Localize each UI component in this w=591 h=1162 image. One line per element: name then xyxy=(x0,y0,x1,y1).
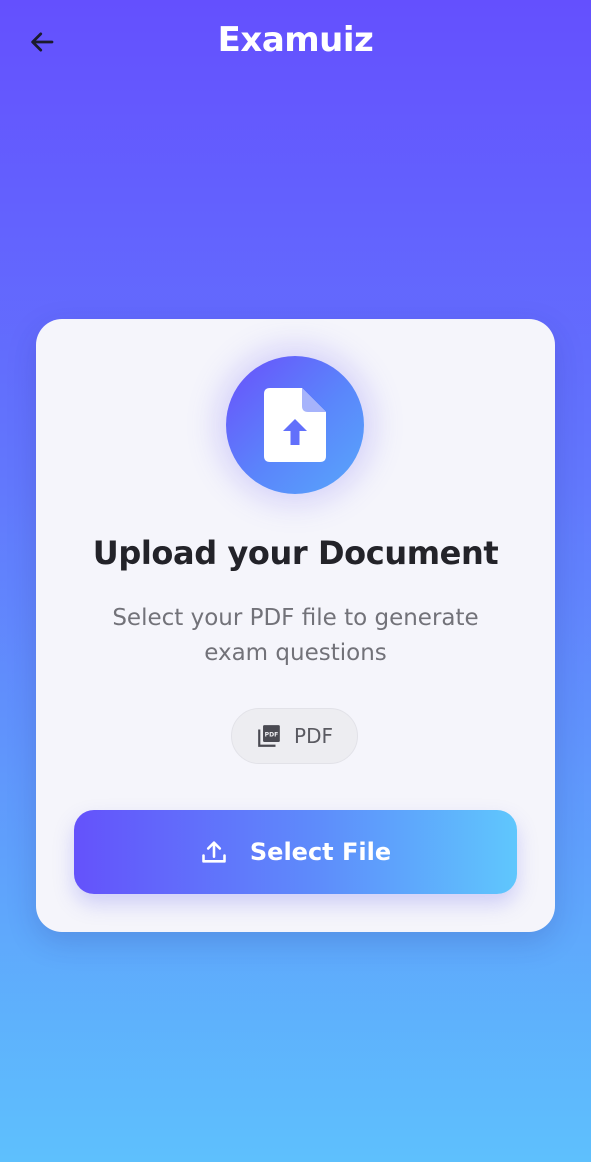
file-type-chip: PDF PDF xyxy=(231,708,358,764)
app-bar: Examuiz xyxy=(0,0,591,84)
select-file-label: Select File xyxy=(249,838,392,866)
upload-title: Upload your Document xyxy=(92,534,499,572)
upload-subtitle: Select your PDF file to generate exam qu… xyxy=(112,605,479,666)
file-type-label: PDF xyxy=(294,724,333,748)
upload-icon xyxy=(200,838,228,866)
app-title: Examuiz xyxy=(217,20,374,60)
upload-card: Upload your Document Select your PDF fil… xyxy=(36,319,555,932)
upload-icon-circle xyxy=(226,356,364,494)
select-file-button[interactable]: Select File xyxy=(74,810,517,894)
svg-text:PDF: PDF xyxy=(265,731,279,738)
pdf-icon: PDF xyxy=(256,723,282,749)
file-upload-icon xyxy=(264,388,326,462)
